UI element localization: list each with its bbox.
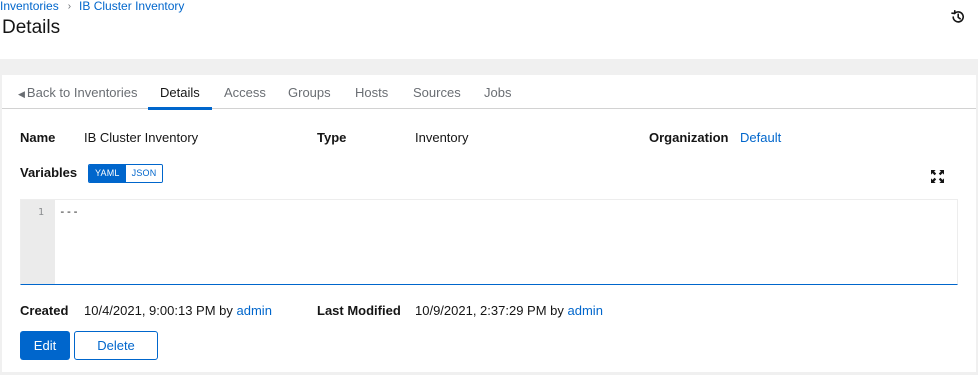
tab-details[interactable]: Details <box>148 75 212 110</box>
edit-button[interactable]: Edit <box>20 331 70 360</box>
tab-label: Access <box>224 85 266 100</box>
tab-label: Jobs <box>484 85 512 100</box>
tab-sources[interactable]: Sources <box>413 75 461 109</box>
breadcrumb-current[interactable]: IB Cluster Inventory <box>79 0 184 13</box>
created-label: Created <box>20 303 69 318</box>
type-value: Inventory <box>415 130 469 145</box>
delete-button[interactable]: Delete <box>74 331 158 360</box>
created-detail: 10/4/2021, 9:00:13 PM by admin <box>84 303 272 318</box>
variables-label: Variables <box>20 165 78 180</box>
variables-code-editor[interactable]: 1 --- <box>20 199 958 285</box>
tab-hosts[interactable]: Hosts <box>355 75 388 109</box>
tab-label: Back to Inventories <box>26 85 138 100</box>
tab-jobs[interactable]: Jobs <box>484 75 511 109</box>
line-number: 1 <box>37 207 44 218</box>
tab-back-to-inventories[interactable]: ◀ Back to Inventories <box>18 75 137 109</box>
organization-link[interactable]: Default <box>740 130 781 145</box>
modified-by-link[interactable]: admin <box>568 303 603 318</box>
tab-label: Details <box>160 85 200 100</box>
name-label: Name <box>20 130 56 145</box>
inventory-details-card: ◀ Back to Inventories Details Access Grou… <box>2 75 976 372</box>
expand-icon[interactable] <box>931 170 944 183</box>
page-title: Details <box>2 17 61 38</box>
page-header: Inventories › IB Cluster Inventory Detai… <box>0 0 978 59</box>
tab-label: Groups <box>288 85 331 100</box>
type-label: Type <box>317 130 347 145</box>
created-by-link[interactable]: admin <box>237 303 272 318</box>
tab-label: Sources <box>413 85 461 100</box>
last-modified-label: Last Modified <box>317 303 401 318</box>
breadcrumb: Inventories › IB Cluster Inventory <box>0 0 184 13</box>
name-value: IB Cluster Inventory <box>84 130 199 145</box>
editor-content[interactable]: --- <box>59 205 79 218</box>
last-modified-detail: 10/9/2021, 2:37:29 PM by admin <box>415 303 603 318</box>
editor-gutter: 1 <box>21 200 55 284</box>
tab-label: Hosts <box>355 85 389 100</box>
breadcrumb-separator-icon: › <box>67 0 72 12</box>
breadcrumb-inventories-link[interactable]: Inventories <box>0 0 59 13</box>
json-toggle-button[interactable]: JSON <box>125 165 163 182</box>
created-value: 10/4/2021, 9:00:13 PM by <box>84 303 233 318</box>
organization-label: Organization <box>649 130 729 145</box>
tab-access[interactable]: Access <box>224 75 266 109</box>
last-modified-value: 10/9/2021, 2:37:29 PM by <box>415 303 564 318</box>
caret-left-icon: ◀ <box>18 89 25 99</box>
yaml-toggle-button[interactable]: YAML <box>89 165 126 182</box>
tab-groups[interactable]: Groups <box>288 75 331 109</box>
format-toggle: YAML JSON <box>88 164 164 183</box>
tab-bar: ◀ Back to Inventories Details Access Grou… <box>2 75 976 110</box>
history-icon[interactable] <box>950 9 966 25</box>
